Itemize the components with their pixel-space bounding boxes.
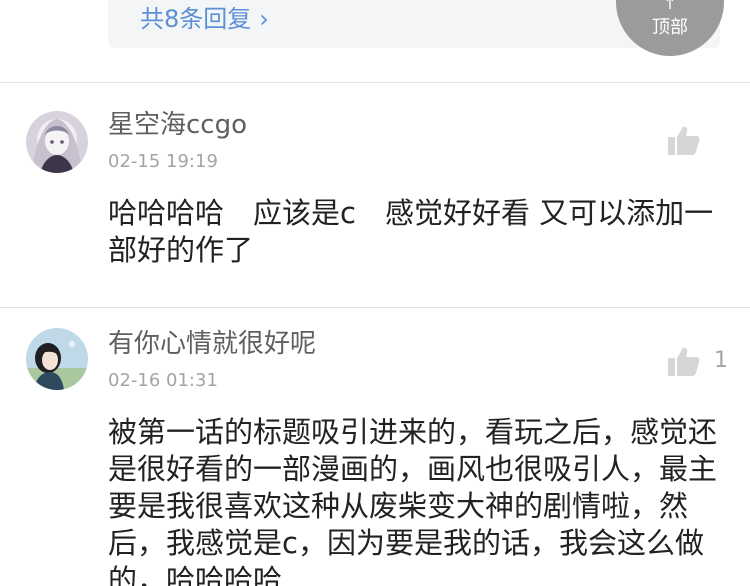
comment-time: 02-16 01:31 bbox=[108, 370, 218, 391]
avatar[interactable] bbox=[26, 111, 88, 173]
replies-count-label: 共8条回复 bbox=[140, 5, 252, 33]
comment-content: 哈哈哈哈 应该是c 感觉好好看 又可以添加一部好的作了 bbox=[108, 196, 714, 267]
thumbs-up-icon bbox=[668, 347, 700, 376]
like-button[interactable]: 1 bbox=[668, 346, 728, 376]
chevron-right-icon: › bbox=[259, 5, 269, 33]
arrow-up-icon: ↑ bbox=[663, 0, 677, 13]
comment-page: 共8条回复 › ↑ 顶部 星空海ccgo 02-15 19:19 哈哈哈哈 应该… bbox=[0, 0, 750, 586]
avatar[interactable] bbox=[26, 328, 88, 390]
comment-item: 星空海ccgo 02-15 19:19 哈哈哈哈 应该是c 感觉好好看 又可以添… bbox=[0, 83, 750, 307]
view-all-replies-link[interactable]: 共8条回复 › bbox=[140, 4, 269, 34]
like-count: 1 bbox=[714, 348, 728, 373]
username[interactable]: 星空海ccgo bbox=[108, 109, 247, 141]
thumbs-up-icon bbox=[668, 126, 700, 155]
like-button[interactable] bbox=[668, 125, 714, 155]
back-to-top-label: 顶部 bbox=[652, 17, 688, 38]
username[interactable]: 有你心情就很好呢 bbox=[108, 328, 316, 360]
comment-item: 有你心情就很好呢 02-16 01:31 1 被第一话的标题吸引进来的，看玩之后… bbox=[0, 308, 750, 586]
reply-summary-section: 共8条回复 › ↑ 顶部 bbox=[0, 0, 750, 82]
comment-content: 被第一话的标题吸引进来的，看玩之后，感觉还是很好看的一部漫画的，画风也很吸引人，… bbox=[108, 415, 718, 586]
comment-time: 02-15 19:19 bbox=[108, 151, 218, 172]
